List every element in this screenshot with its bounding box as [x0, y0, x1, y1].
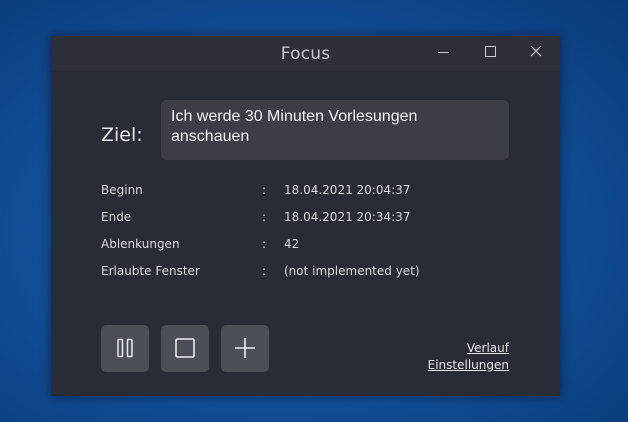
history-link[interactable]: Verlauf: [467, 341, 509, 355]
minimize-icon: [438, 52, 449, 53]
title-bar[interactable]: Focus: [51, 36, 560, 71]
stop-button[interactable]: [161, 325, 209, 372]
info-row-ende: Ende : 18.04.2021 20:34:37: [101, 210, 461, 237]
info-value: 18.04.2021 20:34:37: [284, 210, 411, 224]
info-separator: :: [262, 264, 267, 278]
plus-icon: [235, 338, 255, 358]
minimize-button[interactable]: [432, 42, 458, 64]
focus-window: Focus Ziel: Ich werde 30 Minuten Vorlesu…: [51, 36, 560, 396]
goal-text-field[interactable]: Ich werde 30 Minuten Vorlesungen anschau…: [161, 100, 509, 160]
add-time-button[interactable]: [221, 325, 269, 372]
close-button[interactable]: [523, 42, 549, 64]
goal-label: Ziel:: [101, 124, 143, 146]
info-label: Ende: [101, 210, 132, 224]
info-separator: :: [262, 183, 267, 197]
maximize-button[interactable]: [477, 42, 503, 64]
info-row-ablenkungen: Ablenkungen : 42: [101, 237, 461, 264]
session-info-table: Beginn : 18.04.2021 20:04:37 Ende : 18.0…: [101, 183, 461, 291]
pause-icon: [117, 338, 133, 358]
pause-button[interactable]: [101, 325, 149, 372]
info-separator: :: [262, 237, 267, 251]
info-row-erlaubte-fenster: Erlaubte Fenster : (not implemented yet): [101, 264, 461, 291]
info-separator: :: [262, 210, 267, 224]
settings-link[interactable]: Einstellungen: [428, 358, 509, 372]
close-icon: [530, 45, 542, 57]
info-value: 42: [284, 237, 300, 251]
info-row-beginn: Beginn : 18.04.2021 20:04:37: [101, 183, 461, 210]
stop-icon: [175, 338, 195, 358]
maximize-icon: [485, 46, 496, 57]
info-label: Erlaubte Fenster: [101, 264, 200, 278]
info-value: 18.04.2021 20:04:37: [284, 183, 411, 197]
info-value: (not implemented yet): [284, 264, 420, 278]
info-label: Beginn: [101, 183, 143, 197]
info-label: Ablenkungen: [101, 237, 180, 251]
